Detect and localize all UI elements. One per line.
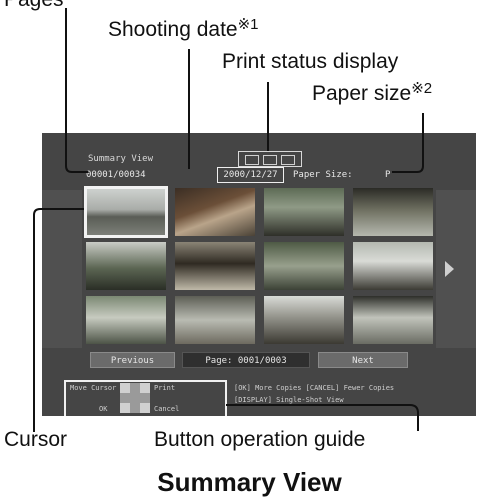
screen-title: Summary View xyxy=(88,154,154,164)
dpad-icon xyxy=(120,383,150,413)
right-panel xyxy=(436,190,476,348)
thumbnail[interactable] xyxy=(353,296,433,344)
button-guide-callout: Button operation guide xyxy=(154,428,366,451)
shooting-date-callout: Shooting date※1 xyxy=(108,16,259,41)
page-indicator: Page: 0001/0003 xyxy=(182,352,310,368)
paper-size-callout: Paper size※2 xyxy=(312,80,433,105)
print-status-callout: Print status display xyxy=(222,50,399,73)
pages-callout: Pages xyxy=(4,0,64,10)
left-panel xyxy=(42,190,82,348)
thumbnail[interactable] xyxy=(264,296,344,344)
figure-caption: Summary View xyxy=(157,467,342,497)
guide-move-cursor: Move Cursor xyxy=(70,384,117,392)
guide-display: [DISPLAY] Single-Shot View xyxy=(234,396,344,404)
summary-view-screen: Summary View 00001/00034 2000/12/27 Pape… xyxy=(42,133,476,416)
paper-size-value: P xyxy=(385,170,391,180)
thumbnail[interactable] xyxy=(353,242,433,290)
thumbnail[interactable] xyxy=(264,242,344,290)
thumbnail[interactable] xyxy=(86,296,166,344)
thumbnail[interactable] xyxy=(175,296,255,344)
paper-size-label: Paper Size: xyxy=(293,170,353,180)
print-status-indicator xyxy=(238,151,302,167)
next-page-arrow-icon[interactable] xyxy=(445,261,454,277)
guide-cancel: Cancel xyxy=(154,405,180,413)
thumbnail[interactable] xyxy=(264,188,344,236)
previous-button[interactable]: Previous xyxy=(90,352,175,368)
thumbnail[interactable] xyxy=(86,242,166,290)
thumbnail-selected[interactable] xyxy=(84,186,168,238)
image-counter: 00001/00034 xyxy=(86,170,146,180)
next-button[interactable]: Next xyxy=(318,352,408,368)
thumbnail[interactable] xyxy=(175,242,255,290)
thumbnail[interactable] xyxy=(353,188,433,236)
page-navigation: Previous Page: 0001/0003 Next xyxy=(86,352,434,368)
guide-ok: OK xyxy=(99,405,108,413)
shooting-date-value: 2000/12/27 xyxy=(217,167,284,183)
cursor-callout: Cursor xyxy=(4,428,68,451)
thumbnail-grid xyxy=(84,186,434,348)
guide-print: Print xyxy=(154,384,176,392)
guide-copies: [OK] More Copies [CANCEL] Fewer Copies xyxy=(234,384,395,392)
thumbnail[interactable] xyxy=(175,188,255,236)
